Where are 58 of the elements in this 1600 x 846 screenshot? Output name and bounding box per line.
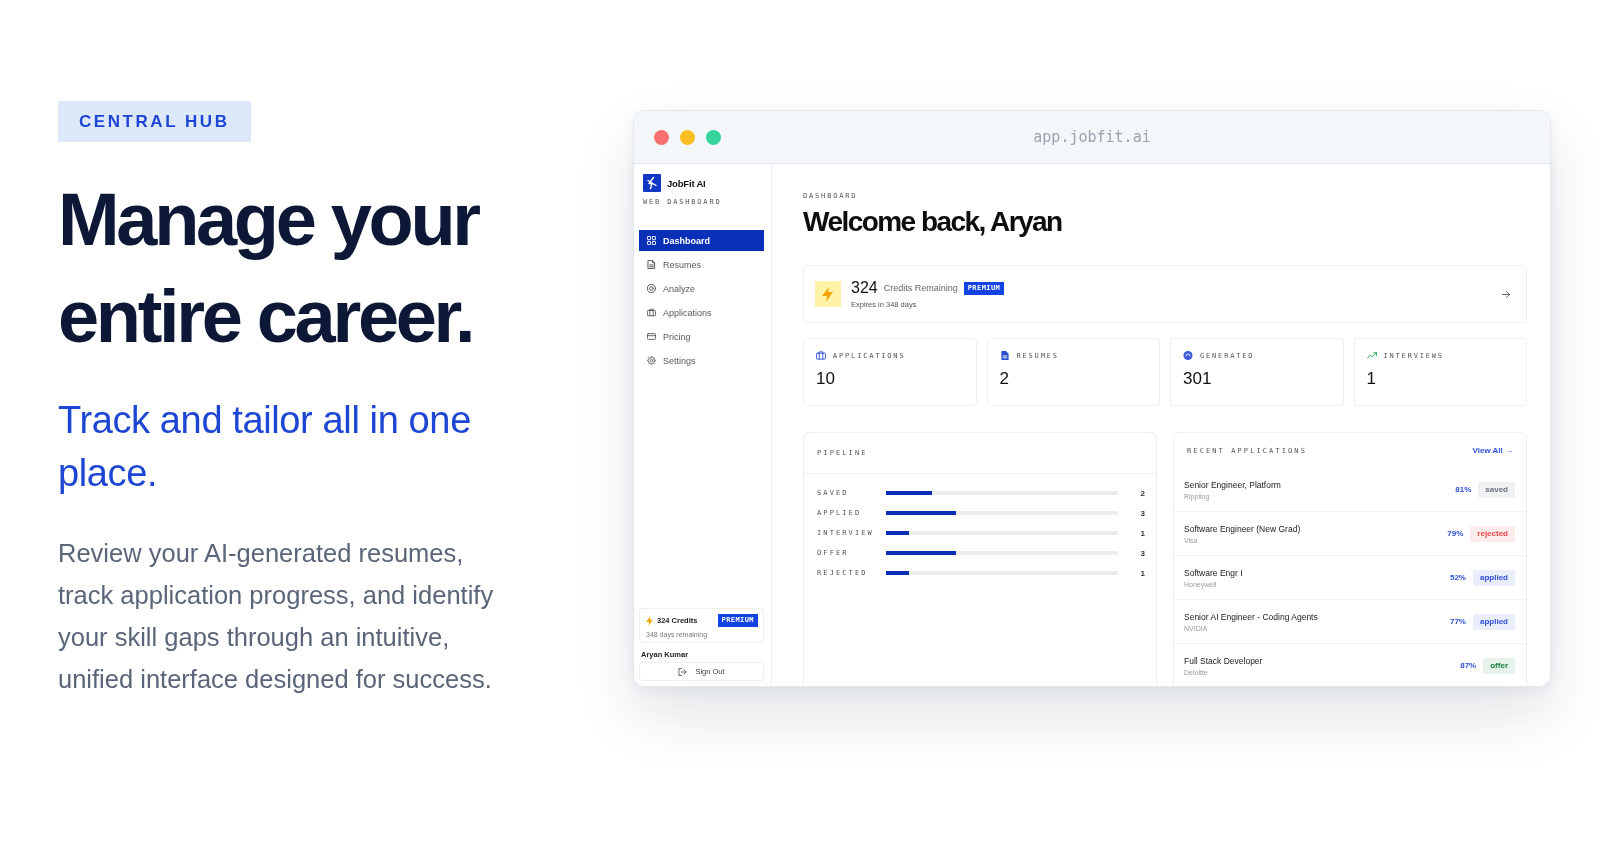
job-title: Software Engineer (New Grad) — [1184, 523, 1301, 534]
stat-value: 2 — [999, 369, 1010, 389]
section-tag: CENTRAL HUB — [58, 101, 251, 142]
nav-item[interactable]: Applications — [639, 302, 764, 323]
job-title: Senior AI Engineer - Coding Agents — [1184, 611, 1318, 622]
stat-value: 10 — [816, 369, 836, 389]
stage-count: 1 — [1139, 568, 1145, 578]
status-tag: saved — [1478, 481, 1515, 498]
page-title: Welcome back, Aryan — [803, 206, 1063, 238]
nav-item[interactable]: Dashboard — [639, 230, 764, 251]
nav-item[interactable]: Resumes — [639, 254, 764, 275]
logo-icon — [643, 174, 661, 192]
grid-icon — [647, 236, 656, 245]
document-icon — [999, 351, 1010, 360]
match-score: 87% — [1460, 661, 1477, 670]
credits-amount: 324 — [851, 279, 878, 297]
gear-icon — [647, 356, 656, 365]
subheading: Track and tailor all in one place. — [58, 398, 472, 496]
view-all-link[interactable]: View All → — [1472, 446, 1513, 455]
window-control-icon[interactable] — [706, 129, 721, 145]
description: Review your AI-generated resumes, track application progress, and identify your skill gaps through an intuitive, unified interface designed for success. — [58, 538, 495, 695]
logout-icon — [678, 667, 688, 676]
job-title: Software Engr I — [1184, 567, 1243, 578]
card-icon — [647, 332, 656, 341]
stage-count: 3 — [1139, 508, 1145, 518]
lightning-icon — [646, 615, 653, 626]
status-tag: rejected — [1470, 525, 1515, 542]
headline: Manage your entire career. — [58, 177, 480, 360]
document-icon — [647, 260, 656, 269]
job-title: Full Stack Developer — [1184, 655, 1263, 666]
stat-value: 1 — [1366, 369, 1377, 389]
match-score: 81% — [1455, 485, 1472, 494]
briefcase-icon — [647, 308, 656, 317]
brand-name: JobFit AI — [667, 177, 706, 189]
stage-count: 3 — [1139, 548, 1145, 558]
lightning-icon — [815, 281, 841, 307]
trend-up-icon — [1366, 351, 1377, 360]
target-icon — [647, 284, 656, 293]
stage-count: 1 — [1139, 528, 1145, 538]
window-control-icon[interactable] — [654, 129, 669, 145]
credits-label: Credits Remaining — [883, 283, 958, 293]
briefcase-icon — [816, 351, 826, 360]
match-score: 77% — [1449, 617, 1466, 626]
status-tag: applied — [1473, 569, 1515, 586]
disc-icon — [1183, 351, 1193, 360]
stage-count: 2 — [1139, 488, 1145, 498]
arrow-icon — [1502, 290, 1510, 298]
job-title: Senior Engineer, Platform — [1184, 479, 1281, 490]
nav-item[interactable]: Analyze — [639, 278, 764, 299]
status-tag: applied — [1473, 613, 1515, 630]
window-control-icon[interactable] — [680, 129, 695, 145]
stat-value: 301 — [1183, 369, 1213, 389]
nav-item[interactable]: Settings — [639, 350, 764, 371]
match-score: 52% — [1449, 573, 1466, 582]
nav-item[interactable]: Pricing — [639, 326, 764, 347]
address-text: app.jobfit.ai — [1033, 128, 1151, 146]
match-score: 79% — [1447, 529, 1464, 538]
status-tag: offer — [1483, 657, 1515, 674]
